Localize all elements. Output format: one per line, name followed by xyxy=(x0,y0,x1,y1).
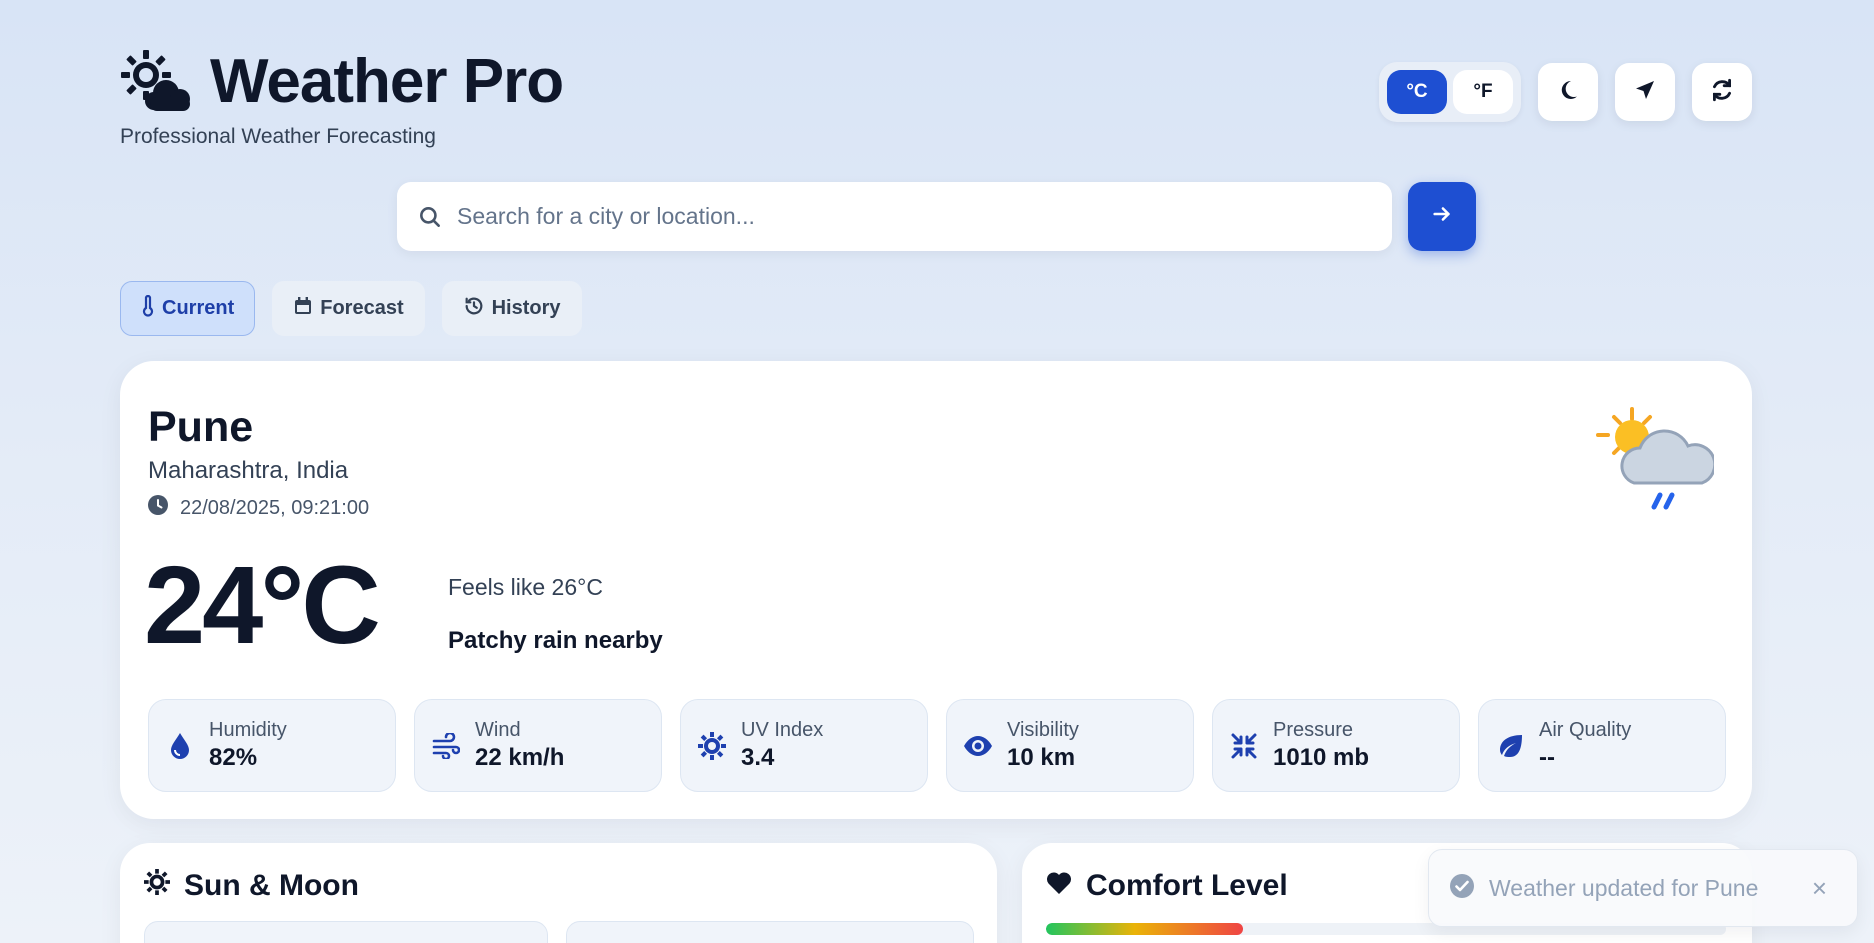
sunrise-panel xyxy=(144,921,548,943)
region-name: Maharashtra, India xyxy=(148,457,349,484)
stat-label: Air Quality xyxy=(1539,719,1632,741)
refresh-icon xyxy=(1709,77,1735,108)
tab-forecast[interactable]: Forecast xyxy=(272,281,425,336)
weather-stats: Humidity 82% Wind 22 km/h UV Index 3.4 V… xyxy=(148,699,1726,792)
history-icon xyxy=(463,295,485,323)
comfort-bar-fill xyxy=(1046,923,1244,935)
location-arrow-icon xyxy=(1633,78,1657,107)
stat-air-quality: Air Quality -- xyxy=(1478,699,1726,792)
current-weather-card: Pune Maharashtra, India 22/08/2025, 09:2… xyxy=(120,361,1752,819)
sun-moon-header: Sun & Moon xyxy=(144,869,359,903)
location-button[interactable] xyxy=(1615,63,1675,121)
search-box xyxy=(397,182,1392,251)
tab-current-label: Current xyxy=(162,297,235,319)
moon-panel xyxy=(566,921,974,943)
patchy-rain-icon xyxy=(1594,405,1717,515)
fahrenheit-button[interactable]: °F xyxy=(1453,70,1513,114)
header-controls: °C °F xyxy=(1379,62,1752,122)
sun-icon xyxy=(144,869,170,903)
sun-moon-title: Sun & Moon xyxy=(184,869,359,902)
datetime-text: 22/08/2025, 09:21:00 xyxy=(180,496,370,519)
stat-label: Wind xyxy=(475,719,521,741)
toast-message: Weather updated for Pune xyxy=(1489,874,1759,901)
stat-label: Pressure xyxy=(1273,719,1354,741)
stat-uv-index: UV Index 3.4 xyxy=(680,699,928,792)
stat-label: UV Index xyxy=(741,719,824,741)
eye-icon xyxy=(963,731,993,761)
search-submit-button[interactable] xyxy=(1408,182,1476,251)
stat-humidity: Humidity 82% xyxy=(148,699,396,792)
search-input[interactable] xyxy=(457,203,1357,230)
stat-value: 1010 mb xyxy=(1273,744,1370,771)
refresh-button[interactable] xyxy=(1692,63,1752,121)
city-name: Pune xyxy=(148,403,254,451)
unit-toggle: °C °F xyxy=(1379,62,1521,122)
stat-pressure: Pressure 1010 mb xyxy=(1212,699,1460,792)
sun-cloud-icon xyxy=(120,49,196,115)
brand: Weather Pro xyxy=(120,46,564,117)
stat-value: 10 km xyxy=(1007,744,1076,771)
weather-app: Weather Pro Professional Weather Forecas… xyxy=(0,0,1874,943)
droplet-icon xyxy=(165,731,195,761)
calendar-icon xyxy=(293,296,313,322)
tab-forecast-label: Forecast xyxy=(320,297,404,319)
stat-wind: Wind 22 km/h xyxy=(414,699,662,792)
app-title: Weather Pro xyxy=(210,47,564,116)
temperature-value: 24°C xyxy=(144,544,381,667)
feels-like: Feels like 26°C xyxy=(448,574,603,600)
arrow-right-icon xyxy=(1431,203,1453,230)
toast-close-button[interactable]: × xyxy=(1812,873,1827,904)
heart-icon xyxy=(1046,869,1072,903)
local-time: 22/08/2025, 09:21:00 xyxy=(148,495,369,521)
compress-icon xyxy=(1229,731,1259,761)
celsius-button[interactable]: °C xyxy=(1387,70,1447,114)
toast-notification: Weather updated for Pune × xyxy=(1428,849,1858,927)
stat-label: Humidity xyxy=(209,719,287,741)
moon-icon xyxy=(1556,78,1580,107)
stat-label: Visibility xyxy=(1007,719,1079,741)
sun-moon-card: Sun & Moon xyxy=(120,843,997,943)
sun-icon xyxy=(697,731,727,761)
leaf-icon xyxy=(1495,731,1525,761)
stat-value: 82% xyxy=(209,744,258,771)
stat-value: -- xyxy=(1539,744,1555,771)
comfort-header: Comfort Level xyxy=(1046,869,1288,903)
tab-history[interactable]: History xyxy=(441,281,582,336)
check-circle-icon xyxy=(1449,873,1475,904)
tab-current[interactable]: Current xyxy=(120,281,256,336)
search-icon xyxy=(415,202,445,232)
comfort-title: Comfort Level xyxy=(1086,869,1288,902)
thermometer-icon xyxy=(141,294,155,323)
view-tabs: Current Forecast History xyxy=(120,281,582,336)
stat-visibility: Visibility 10 km xyxy=(946,699,1194,792)
stat-value: 22 km/h xyxy=(475,744,565,771)
weather-condition: Patchy rain nearby xyxy=(448,627,663,654)
app-subtitle: Professional Weather Forecasting xyxy=(120,125,436,148)
wind-icon xyxy=(431,731,461,761)
clock-icon xyxy=(148,495,168,521)
dark-mode-button[interactable] xyxy=(1538,63,1598,121)
tab-history-label: History xyxy=(491,297,561,319)
stat-value: 3.4 xyxy=(741,744,775,771)
